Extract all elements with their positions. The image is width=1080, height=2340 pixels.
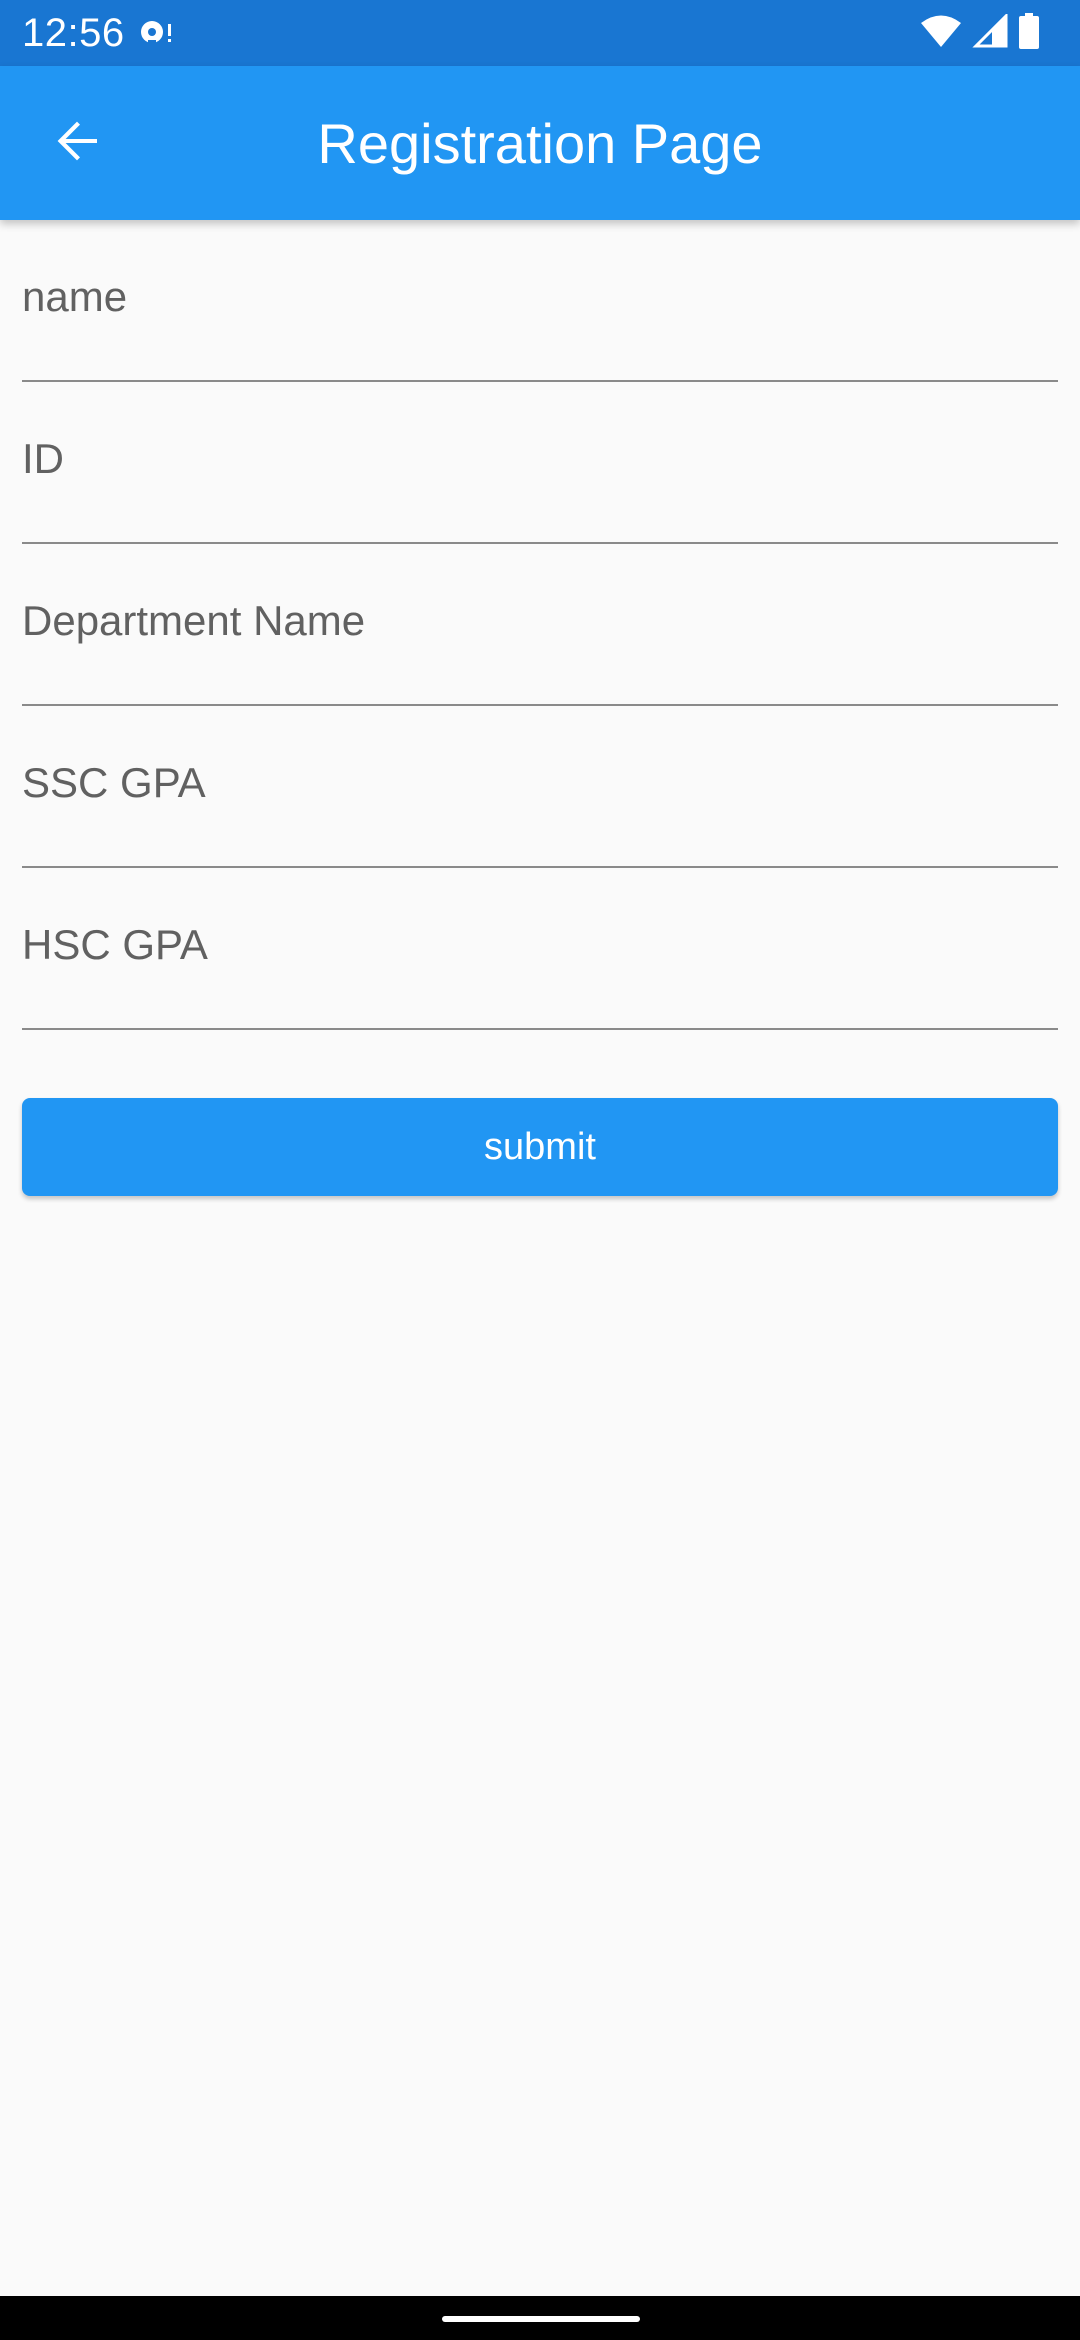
cell-signal-icon <box>972 11 1008 53</box>
department-name-field <box>22 544 1058 706</box>
wifi-icon <box>920 14 962 53</box>
status-time: 12:56 <box>22 11 125 55</box>
hsc-gpa-input[interactable] <box>22 868 1058 1028</box>
status-bar: 12:56 <box>0 0 1080 66</box>
name-field <box>22 220 1058 382</box>
name-input[interactable] <box>22 220 1058 380</box>
app-bar: Registration Page <box>0 66 1080 220</box>
arrow-back-icon <box>53 117 101 170</box>
hsc-gpa-field <box>22 868 1058 1030</box>
back-button[interactable] <box>34 100 120 186</box>
registration-form <box>22 220 1058 1030</box>
notification-icon <box>136 14 176 50</box>
submit-button[interactable]: submit <box>22 1098 1058 1196</box>
navigation-bar <box>0 2296 1080 2340</box>
registration-screen: 12:56 Registration Page name ID Departme… <box>0 0 1080 2340</box>
ssc-gpa-field <box>22 706 1058 868</box>
page-title: Registration Page <box>317 111 763 175</box>
id-field <box>22 382 1058 544</box>
home-gesture-handle[interactable] <box>442 2316 640 2322</box>
ssc-gpa-input[interactable] <box>22 706 1058 866</box>
battery-icon <box>1018 12 1040 54</box>
status-icons <box>920 11 1040 54</box>
department-name-input[interactable] <box>22 544 1058 704</box>
id-input[interactable] <box>22 382 1058 542</box>
